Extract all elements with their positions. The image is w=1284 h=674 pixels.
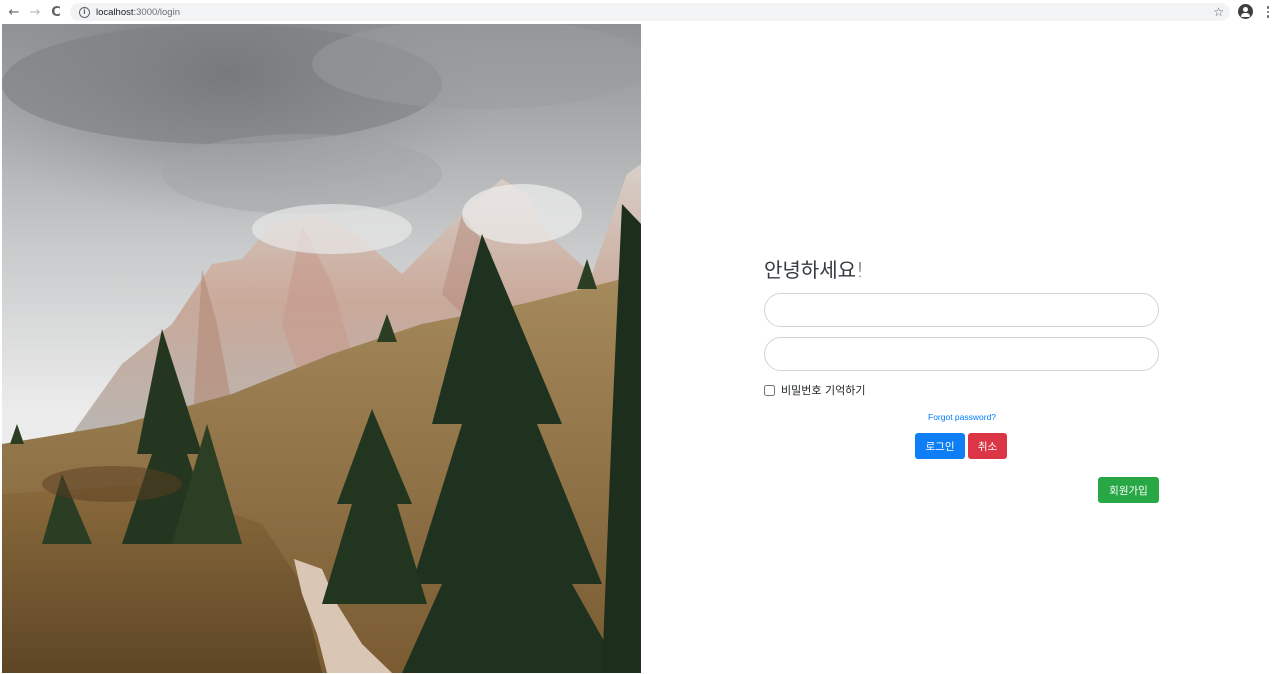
browser-toolbar: ← → C i localhost:3000/login ☆ xyxy=(0,0,1284,24)
account-icon[interactable] xyxy=(1238,4,1253,19)
mountain-landscape-photo xyxy=(2,24,641,673)
reload-icon[interactable]: C xyxy=(45,1,67,23)
address-bar[interactable]: i localhost:3000/login ☆ xyxy=(70,3,1230,21)
password-input[interactable] xyxy=(764,337,1159,371)
cancel-button[interactable]: 취소 xyxy=(968,433,1007,459)
login-panel: 안녕하세요! 비밀번호 기억하기 Forgot password? 로그인 취소… xyxy=(641,24,1284,674)
remember-password-checkbox[interactable] xyxy=(764,384,775,396)
forward-icon[interactable]: → xyxy=(24,1,46,23)
greeting-heading: 안녕하세요! xyxy=(764,258,865,282)
forgot-password-link[interactable]: Forgot password? xyxy=(928,412,996,422)
site-info-icon[interactable]: i xyxy=(79,6,90,18)
login-button[interactable]: 로그인 xyxy=(915,433,965,459)
remember-password-label[interactable]: 비밀번호 기억하기 xyxy=(781,382,865,398)
bookmark-star-icon[interactable]: ☆ xyxy=(1213,3,1224,21)
username-input[interactable] xyxy=(764,293,1159,327)
remember-password-row: 비밀번호 기억하기 xyxy=(764,382,865,398)
signup-button[interactable]: 회원가입 xyxy=(1098,477,1159,503)
browser-menu-icon[interactable] xyxy=(1262,3,1274,21)
url-path: :3000/login xyxy=(133,6,180,18)
back-icon[interactable]: ← xyxy=(3,1,25,23)
url-host: localhost xyxy=(96,6,134,18)
url-text[interactable]: localhost:3000/login xyxy=(96,7,180,18)
